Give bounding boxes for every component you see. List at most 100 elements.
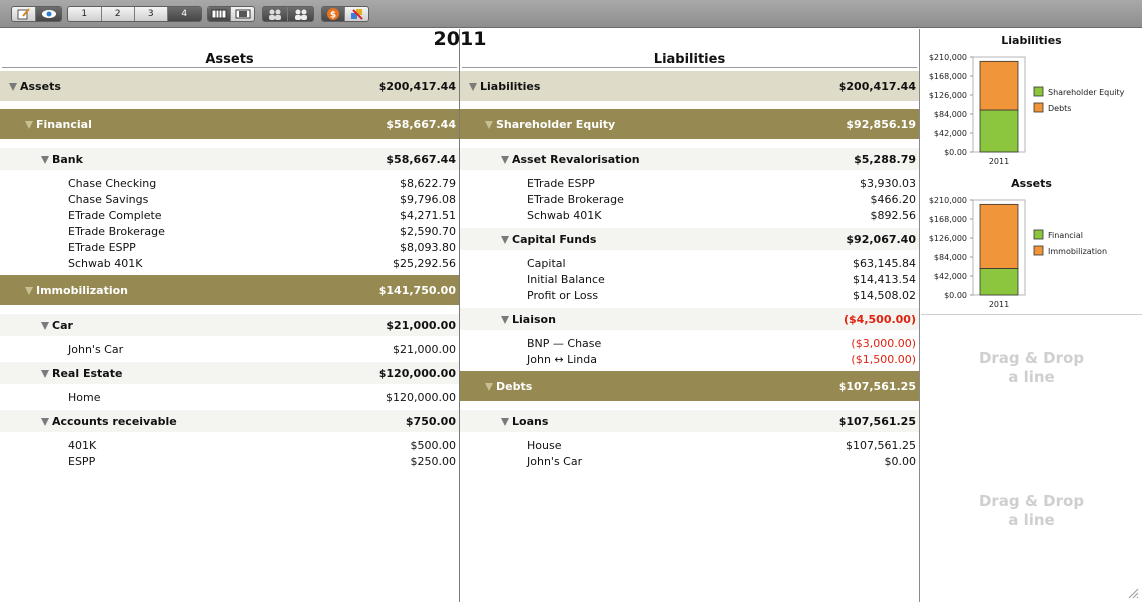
- list-item[interactable]: ETrade ESPP $3,930.03: [460, 175, 919, 191]
- row-value: $92,856.19: [846, 117, 916, 131]
- row-value: $5,288.79: [854, 152, 916, 166]
- group-row-real-estate[interactable]: Real Estate $120,000.00: [0, 362, 459, 384]
- list-item[interactable]: Profit or Loss $14,508.02: [460, 287, 919, 303]
- row-label: Car: [52, 318, 73, 332]
- assets-column-title: Assets: [205, 52, 254, 67]
- columns-layout-button[interactable]: [208, 7, 232, 21]
- disclosure-triangle-icon[interactable]: [41, 321, 49, 330]
- row-label: Immobilization: [36, 283, 129, 297]
- edit-view-button[interactable]: [12, 7, 37, 21]
- view-mode-group: [11, 6, 62, 22]
- item-value: $500.00: [410, 438, 457, 452]
- legend-label: Shareholder Equity: [1048, 88, 1125, 97]
- page-button-4[interactable]: 4: [167, 7, 201, 21]
- disclosure-triangle-icon[interactable]: [485, 120, 493, 129]
- list-item[interactable]: ETrade Complete $4,271.51: [0, 207, 459, 223]
- currency-button[interactable]: $: [322, 7, 346, 21]
- row-label: Liaison: [512, 312, 556, 326]
- page-button-3[interactable]: 3: [135, 7, 168, 21]
- disclosure-triangle-icon[interactable]: [25, 120, 33, 129]
- disclosure-triangle-icon[interactable]: [501, 315, 509, 324]
- disclosure-triangle-icon[interactable]: [501, 155, 509, 164]
- group-button[interactable]: [288, 7, 313, 21]
- disclosure-triangle-icon[interactable]: [469, 82, 477, 91]
- list-item[interactable]: Schwab 401K $25,292.56: [0, 255, 459, 271]
- list-item[interactable]: Chase Checking $8,622.79: [0, 175, 459, 191]
- tools-button[interactable]: [345, 7, 368, 21]
- legend-swatch: [1033, 86, 1044, 97]
- item-value: $14,413.54: [853, 272, 916, 286]
- list-item[interactable]: BNP — Chase ($3,000.00): [460, 335, 919, 351]
- row-value: $750.00: [405, 414, 456, 428]
- row-value: $200,417.44: [378, 79, 456, 93]
- row-value: $120,000.00: [378, 366, 456, 380]
- item-value: $9,796.08: [400, 192, 456, 206]
- page-button-2[interactable]: 2: [102, 7, 135, 21]
- assets-chart: $210,000 $168,000 $126,000 $84,000 $42,000 $0…: [929, 196, 1107, 309]
- item-label: Initial Balance: [527, 272, 605, 286]
- disclosure-triangle-icon[interactable]: [485, 382, 493, 391]
- person-button[interactable]: [263, 7, 289, 21]
- y-tick-label: $84,000: [934, 110, 967, 119]
- list-item[interactable]: Schwab 401K $892.56: [460, 207, 919, 223]
- item-value: ($3,000.00): [851, 336, 916, 350]
- item-value: $466.20: [870, 192, 917, 206]
- drop-zone-text-line-2: a line: [1008, 368, 1055, 386]
- category-row-immobilization[interactable]: Immobilization $141,750.00: [0, 275, 459, 305]
- list-item[interactable]: 401K $500.00: [0, 437, 459, 453]
- category-row-financial[interactable]: Financial $58,667.44: [0, 109, 459, 139]
- list-item[interactable]: John's Car $0.00: [460, 453, 919, 469]
- group-row-liaison[interactable]: Liaison ($4,500.00): [460, 308, 919, 330]
- category-row-debts[interactable]: Debts $107,561.25: [460, 371, 919, 401]
- bar-segment: [979, 60, 1019, 111]
- disclosure-triangle-icon[interactable]: [501, 417, 509, 426]
- list-item[interactable]: Home $120,000.00: [0, 389, 459, 405]
- list-item[interactable]: ETrade Brokerage $2,590.70: [0, 223, 459, 239]
- category-row-shareholder-equity[interactable]: Shareholder Equity $92,856.19: [460, 109, 919, 139]
- group-row-asset-revalorisation[interactable]: Asset Revalorisation $5,288.79: [460, 148, 919, 170]
- group-row-capital-funds[interactable]: Capital Funds $92,067.40: [460, 228, 919, 250]
- drop-zone-1[interactable]: Drag & Drop a line: [921, 349, 1142, 387]
- list-item[interactable]: Capital $63,145.84: [460, 255, 919, 271]
- row-label: Debts: [496, 379, 533, 393]
- group-row-car[interactable]: Car $21,000.00: [0, 314, 459, 336]
- film-layout-button[interactable]: [231, 7, 254, 21]
- disclosure-triangle-icon[interactable]: [41, 155, 49, 164]
- list-item[interactable]: John's Car $21,000.00: [0, 341, 459, 357]
- group-row-bank[interactable]: Bank $58,667.44: [0, 148, 459, 170]
- assets-total-row[interactable]: Assets $200,417.44: [0, 71, 459, 101]
- group-row-accounts-receivable[interactable]: Accounts receivable $750.00: [0, 410, 459, 432]
- list-item[interactable]: John ↔ Linda ($1,500.00): [460, 351, 919, 367]
- item-value: $21,000.00: [393, 342, 456, 356]
- preview-view-button[interactable]: [36, 7, 61, 21]
- page-button-1[interactable]: 1: [68, 7, 102, 21]
- item-label: ETrade Brokerage: [527, 192, 624, 206]
- disclosure-triangle-icon[interactable]: [41, 369, 49, 378]
- bar-segment: [979, 203, 1019, 269]
- list-item[interactable]: Initial Balance $14,413.54: [460, 271, 919, 287]
- list-item[interactable]: ESPP $250.00: [0, 453, 459, 469]
- disclosure-triangle-icon[interactable]: [25, 286, 33, 295]
- disclosure-triangle-icon[interactable]: [41, 417, 49, 426]
- item-label: Home: [68, 390, 101, 404]
- legend-swatch: [1033, 245, 1044, 256]
- liabilities-column-title: Liabilities: [653, 52, 726, 67]
- film-icon: [235, 9, 250, 19]
- group-row-loans[interactable]: Loans $107,561.25: [460, 410, 919, 432]
- item-value: $120,000.00: [386, 390, 456, 404]
- item-value: $8,093.80: [400, 240, 456, 254]
- bar-segment: [979, 268, 1019, 296]
- drop-zone-2[interactable]: Drag & Drop a line: [921, 492, 1142, 530]
- list-item[interactable]: ETrade ESPP $8,093.80: [0, 239, 459, 255]
- item-label: John ↔ Linda: [527, 352, 598, 366]
- disclosure-triangle-icon[interactable]: [9, 82, 17, 91]
- list-item[interactable]: House $107,561.25: [460, 437, 919, 453]
- item-value: $107,561.25: [846, 438, 916, 452]
- liabilities-total-row[interactable]: Liabilities $200,417.44: [460, 71, 919, 101]
- list-item[interactable]: Chase Savings $9,796.08: [0, 191, 459, 207]
- resize-grip-icon[interactable]: [1127, 587, 1139, 599]
- disclosure-triangle-icon[interactable]: [501, 235, 509, 244]
- item-value: $25,292.56: [393, 256, 456, 270]
- tools-icon: [350, 9, 363, 20]
- list-item[interactable]: ETrade Brokerage $466.20: [460, 191, 919, 207]
